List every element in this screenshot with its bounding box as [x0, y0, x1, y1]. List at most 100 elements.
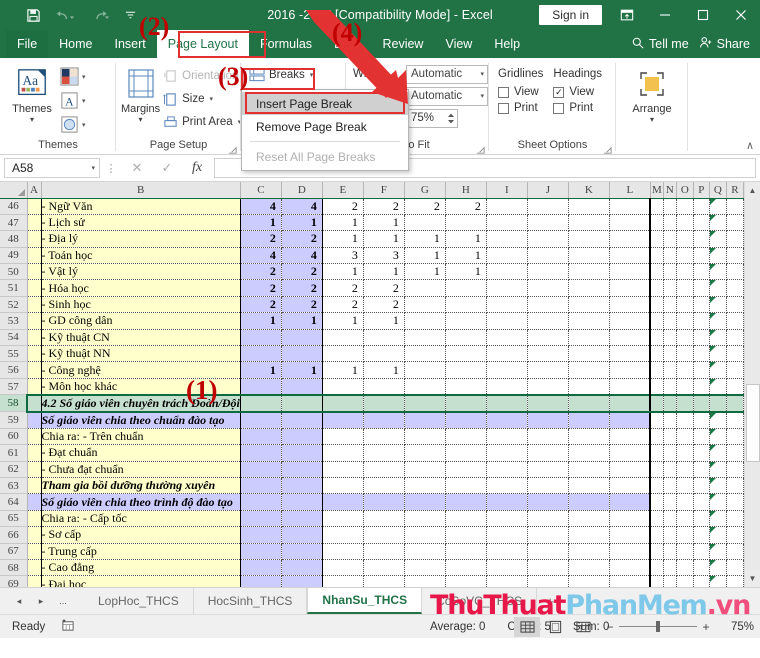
cell-I59[interactable]	[486, 411, 528, 429]
cell-L60[interactable]	[609, 428, 652, 446]
cell-J65[interactable]	[527, 510, 569, 528]
cell-E67[interactable]	[322, 543, 364, 560]
cell-I61[interactable]	[486, 444, 528, 462]
cell-C66[interactable]	[240, 526, 282, 544]
cell-G68[interactable]	[404, 559, 446, 577]
cell-I51[interactable]	[486, 279, 528, 297]
cell-J58[interactable]	[527, 393, 569, 413]
column-header-c[interactable]: C	[240, 182, 282, 199]
scale-to-fit-dialog-launcher[interactable]	[476, 144, 485, 154]
cell-J54[interactable]	[527, 329, 569, 347]
cell-L65[interactable]	[609, 510, 652, 528]
column-header-b[interactable]: B	[41, 182, 241, 199]
cell-K50[interactable]	[568, 263, 610, 281]
cell-I48[interactable]	[486, 230, 528, 248]
cell-L51[interactable]	[609, 279, 652, 297]
cell-M52[interactable]	[650, 296, 664, 314]
cell-A66[interactable]	[27, 526, 42, 544]
cell-I65[interactable]	[486, 510, 528, 528]
cell-Q52[interactable]	[709, 296, 727, 314]
cell-G55[interactable]	[404, 345, 446, 363]
cell-B64[interactable]: Số giáo viên chia theo trình độ đào tạo	[41, 493, 241, 511]
cell-R48[interactable]	[726, 230, 744, 248]
sheet-next-button[interactable]: ▸	[30, 588, 52, 614]
cell-A50[interactable]	[27, 263, 42, 281]
cell-Q47[interactable]	[709, 214, 727, 232]
tab-review[interactable]: Review	[371, 30, 434, 58]
cell-M49[interactable]	[650, 247, 664, 265]
save-icon[interactable]	[26, 8, 41, 23]
vertical-scrollbar[interactable]: ▲ ▼	[744, 182, 760, 587]
row-header-67[interactable]: 67	[0, 543, 28, 560]
cell-P61[interactable]	[693, 444, 710, 462]
cell-L55[interactable]	[609, 345, 652, 363]
cell-E66[interactable]	[322, 526, 364, 544]
cell-I47[interactable]	[486, 214, 528, 232]
cell-L62[interactable]	[609, 461, 652, 478]
cell-G57[interactable]	[404, 378, 446, 396]
cell-F49[interactable]: 3	[363, 247, 405, 265]
cell-B51[interactable]: - Hóa học	[41, 279, 241, 297]
cell-N65[interactable]	[663, 510, 677, 528]
cell-H59[interactable]	[445, 411, 487, 429]
row-header-59[interactable]: 59	[0, 411, 28, 429]
column-header-o[interactable]: O	[676, 182, 694, 199]
table-row[interactable]: 62 - Chưa đạt chuẩn	[0, 461, 744, 478]
cell-I55[interactable]	[486, 345, 528, 363]
chevron-down-icon[interactable]: ▾	[139, 115, 143, 124]
cell-K55[interactable]	[568, 345, 610, 363]
cell-L61[interactable]	[609, 444, 652, 462]
cell-F65[interactable]	[363, 510, 405, 528]
table-row[interactable]: 69 - Đại học	[0, 575, 744, 587]
cell-N53[interactable]	[663, 312, 677, 330]
scroll-track[interactable]	[744, 199, 760, 570]
cell-O50[interactable]	[676, 263, 694, 281]
cell-K57[interactable]	[568, 378, 610, 396]
normal-view-button[interactable]	[514, 616, 540, 637]
cell-P58[interactable]	[693, 393, 710, 413]
cell-C63[interactable]	[240, 477, 282, 495]
cell-A48[interactable]	[27, 230, 42, 248]
cell-D65[interactable]	[281, 510, 323, 528]
column-header-n[interactable]: N	[663, 182, 677, 199]
cell-H52[interactable]	[445, 296, 487, 314]
cell-A56[interactable]	[27, 361, 42, 379]
cell-J56[interactable]	[527, 361, 569, 379]
cell-L64[interactable]	[609, 493, 652, 511]
table-row[interactable]: 61 - Đạt chuẩn	[0, 444, 744, 462]
cell-L66[interactable]	[609, 526, 652, 544]
sheet-tab-nhansu-thcs[interactable]: NhanSu_THCS	[307, 588, 423, 614]
cell-J48[interactable]	[527, 230, 569, 248]
cell-P57[interactable]	[693, 378, 710, 396]
cell-Q64[interactable]	[709, 493, 727, 511]
cell-C60[interactable]	[240, 428, 282, 446]
cell-Q63[interactable]	[709, 477, 727, 495]
cell-G47[interactable]	[404, 214, 446, 232]
scroll-up-button[interactable]: ▲	[744, 182, 760, 199]
cell-F57[interactable]	[363, 378, 405, 396]
cell-P64[interactable]	[693, 493, 710, 511]
cell-L58[interactable]	[609, 393, 652, 413]
table-row[interactable]: 64 Số giáo viên chia theo trình độ đào tạ…	[0, 493, 744, 511]
cell-I64[interactable]	[486, 493, 528, 511]
zoom-slider[interactable]: − +	[598, 620, 718, 634]
cell-R63[interactable]	[726, 477, 744, 495]
cell-G58[interactable]	[404, 393, 446, 413]
cell-G50[interactable]: 1	[404, 263, 446, 281]
margins-button[interactable]: Margins ▾	[121, 62, 160, 124]
headings-view-checkbox[interactable]: ✓ View	[549, 85, 606, 99]
cell-F47[interactable]: 1	[363, 214, 405, 232]
table-row[interactable]: 59 Số giáo viên chia theo chuẩn đào tạo	[0, 411, 744, 429]
cell-A54[interactable]	[27, 329, 42, 347]
print-area-button[interactable]: Print Area ▾	[160, 111, 252, 133]
row-header-50[interactable]: 50	[0, 263, 28, 281]
cell-L47[interactable]	[609, 214, 652, 232]
cell-A59[interactable]	[27, 411, 42, 429]
cell-R53[interactable]	[726, 312, 744, 330]
cell-L52[interactable]	[609, 296, 652, 314]
row-header-48[interactable]: 48	[0, 230, 28, 248]
cell-E61[interactable]	[322, 444, 364, 462]
cell-F68[interactable]	[363, 559, 405, 577]
cell-N49[interactable]	[663, 247, 677, 265]
cell-Q48[interactable]	[709, 230, 727, 248]
